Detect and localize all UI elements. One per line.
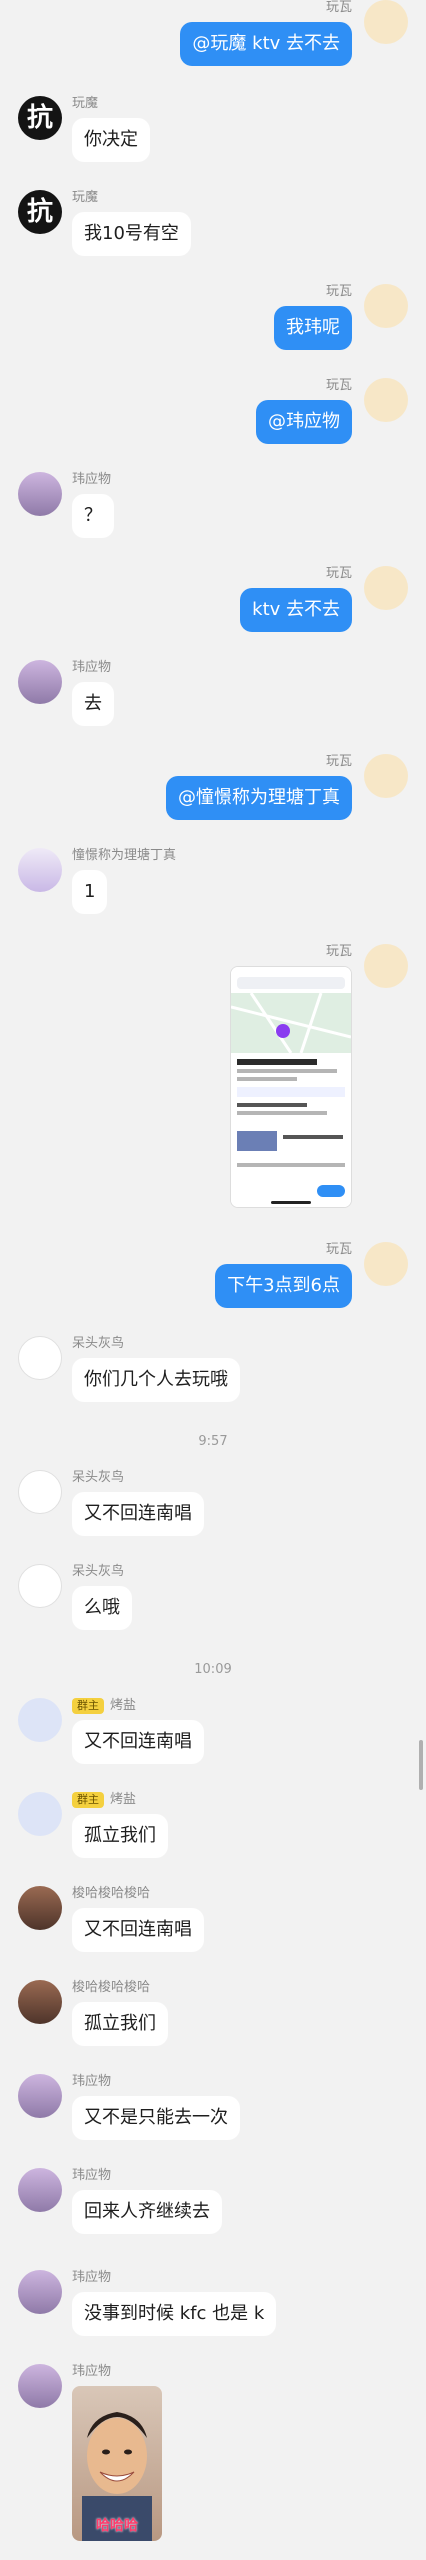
avatar[interactable] [18, 2270, 62, 2314]
sender-name: 玩瓦 [325, 754, 352, 769]
message-bubble[interactable]: @玮应物 [256, 400, 352, 444]
avatar[interactable] [18, 1564, 62, 1608]
avatar[interactable] [18, 1886, 62, 1930]
sender-name: 玩魔 [72, 190, 99, 205]
message-bubble[interactable]: 又不回连南唱 [72, 1492, 204, 1536]
sender-name: 梭哈梭哈梭哈 [72, 1980, 151, 1995]
sender-name: 玩瓦 [325, 1242, 352, 1257]
sender-name: 玩瓦 [325, 378, 352, 393]
avatar[interactable] [364, 944, 408, 988]
sender-name: 玮应物 [72, 472, 112, 487]
message-bubble[interactable]: ？ [72, 494, 114, 538]
sender-name: 玮应物 [72, 2074, 112, 2089]
sender-name: 玩魔 [72, 96, 99, 111]
sender-name: 玮应物 [72, 660, 112, 675]
photo-caption: 哈哈哈 [96, 2518, 138, 2534]
photo-image[interactable]: 哈哈哈 [72, 2386, 162, 2541]
avatar[interactable] [364, 1242, 408, 1286]
message-bubble[interactable]: 去 [72, 682, 114, 726]
owner-badge: 群主 [72, 1698, 104, 1714]
sender-name: 梭哈梭哈梭哈 [72, 1886, 151, 1901]
sender-name: 呆头灰鸟 [72, 1470, 125, 1485]
sender-name: 呆头灰鸟 [72, 1564, 125, 1579]
sender-name: 憧憬称为理塘丁真 [72, 848, 177, 863]
avatar[interactable] [364, 284, 408, 328]
sender-name: 玮应物 [72, 2168, 112, 2183]
avatar[interactable] [18, 472, 62, 516]
message-bubble[interactable]: 回来人齐继续去 [72, 2190, 222, 2234]
avatar[interactable] [18, 1980, 62, 2024]
avatar[interactable] [18, 2168, 62, 2212]
avatar[interactable] [364, 0, 408, 44]
message-bubble[interactable]: 又不回连南唱 [72, 1720, 204, 1764]
message-bubble[interactable]: 孤立我们 [72, 2002, 168, 2046]
message-bubble[interactable]: 又不回连南唱 [72, 1908, 204, 1952]
avatar[interactable]: 抗 [18, 96, 62, 140]
sender-name: 群主 烤盐 [72, 1698, 136, 1714]
sender-name: 群主 烤盐 [72, 1792, 136, 1808]
scrollbar-thumb[interactable] [419, 1740, 423, 1790]
avatar[interactable] [364, 566, 408, 610]
message-bubble[interactable]: @玩魔 ktv 去不去 [180, 22, 352, 66]
timestamp: 10:09 [194, 1662, 232, 1677]
avatar[interactable] [18, 2364, 62, 2408]
sender-name: 玮应物 [72, 2364, 112, 2379]
message-bubble[interactable]: 没事到时候 kfc 也是 k [72, 2292, 277, 2336]
avatar[interactable] [18, 1698, 62, 1742]
message-bubble[interactable]: 你决定 [72, 118, 150, 162]
sender-name: 玩瓦 [325, 0, 352, 15]
message-bubble[interactable]: 下午3点到6点 [215, 1264, 352, 1308]
avatar[interactable] [18, 2074, 62, 2118]
sender-name: 玩瓦 [325, 944, 352, 959]
avatar[interactable] [18, 1336, 62, 1380]
message-bubble[interactable]: 我10号有空 [72, 212, 191, 256]
message-bubble[interactable]: 1 [72, 870, 108, 914]
avatar[interactable] [18, 848, 62, 892]
avatar[interactable] [364, 754, 408, 798]
avatar[interactable] [18, 1470, 62, 1514]
message-bubble[interactable]: 孤立我们 [72, 1814, 168, 1858]
avatar[interactable] [18, 660, 62, 704]
sender-name: 玮应物 [72, 2270, 112, 2285]
message-bubble[interactable]: @憧憬称为理塘丁真 [166, 776, 352, 820]
message-bubble[interactable]: 么哦 [72, 1586, 132, 1630]
avatar[interactable]: 抗 [18, 190, 62, 234]
sender-name: 玩瓦 [325, 284, 352, 299]
owner-badge: 群主 [72, 1792, 104, 1808]
sender-name: 呆头灰鸟 [72, 1336, 125, 1351]
avatar[interactable] [364, 378, 408, 422]
screenshot-image[interactable] [230, 966, 352, 1208]
message-bubble[interactable]: 又不是只能去一次 [72, 2096, 240, 2140]
message-bubble[interactable]: 你们几个人去玩哦 [72, 1358, 240, 1402]
message-bubble[interactable]: ktv 去不去 [240, 588, 352, 632]
avatar[interactable] [18, 1792, 62, 1836]
message-bubble[interactable]: 我玮呢 [274, 306, 352, 350]
sender-name: 玩瓦 [325, 566, 352, 581]
timestamp: 9:57 [198, 1434, 228, 1449]
map-screenshot-icon [231, 967, 351, 1207]
